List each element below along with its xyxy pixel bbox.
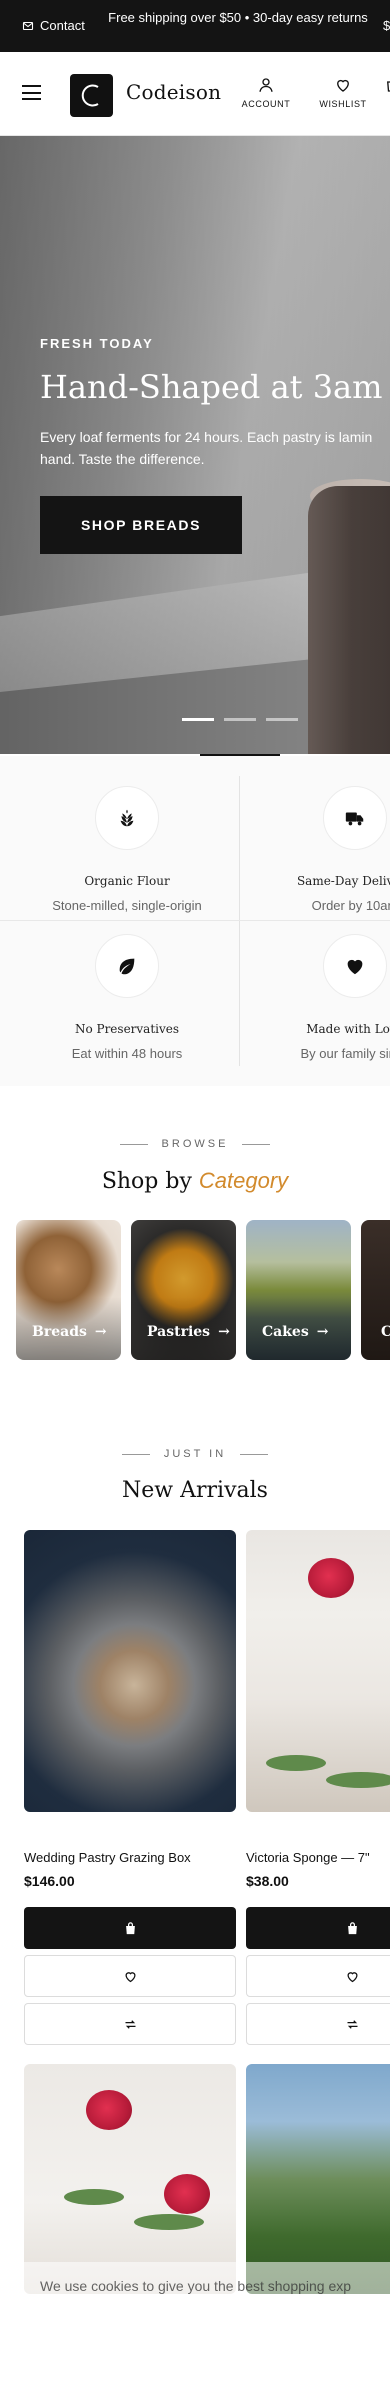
arrow-right-icon: → xyxy=(218,1324,230,1340)
hero-subtitle-line1: Every loaf ferments for 24 hours. Each p… xyxy=(40,429,373,445)
compare-icon xyxy=(125,2019,135,2029)
category-card-partial[interactable]: C xyxy=(361,1220,390,1360)
heart-outline-icon xyxy=(337,79,349,92)
cookie-text: We use cookies to give you the best shop… xyxy=(40,2278,352,2294)
product-image[interactable] xyxy=(24,1530,236,1812)
feature-desc: Eat within 48 hours xyxy=(71,1046,183,1061)
arrow-right-icon: → xyxy=(316,1324,329,1340)
compare-icon xyxy=(347,2019,357,2029)
slide-dot-3[interactable] xyxy=(266,718,298,721)
product-card xyxy=(24,2064,236,2294)
arrivals-title: New Arrivals xyxy=(122,1478,268,1503)
logo-c-icon xyxy=(81,84,99,107)
arrivals-eyebrow: JUST IN xyxy=(0,1448,390,1460)
slide-dot-1[interactable] xyxy=(182,718,214,721)
leaf-icon xyxy=(95,934,159,998)
heart-icon xyxy=(323,934,387,998)
wheat-icon xyxy=(95,786,159,850)
hero-subtitle-line2: hand. Taste the difference. xyxy=(40,451,205,467)
heart-outline-icon xyxy=(346,1971,358,1982)
announcement-bar: Contact Free shipping over $50 • 30-day … xyxy=(0,0,390,52)
hero-eyebrow: FRESH TODAY xyxy=(40,336,154,351)
feature-title: Same-Day Delivery xyxy=(296,874,390,888)
browse-title-accent: Category xyxy=(198,1168,289,1193)
promo-text: Free shipping over $50 • 30-day easy ret… xyxy=(108,10,368,25)
product-image[interactable] xyxy=(24,2064,236,2294)
category-card-breads[interactable]: Breads → xyxy=(16,1220,121,1360)
account-label: ACCOUNT xyxy=(241,99,291,109)
mail-icon xyxy=(22,21,34,30)
add-to-wishlist-button[interactable] xyxy=(246,1955,390,1997)
logo-mark[interactable] xyxy=(70,74,113,117)
bag-button[interactable]: B xyxy=(383,76,390,109)
slide-dot-2[interactable] xyxy=(224,718,256,721)
feature-title: Organic Flour xyxy=(84,874,170,888)
category-label: Cakes → xyxy=(262,1324,329,1340)
feature-desc: Stone-milled, single-origin xyxy=(52,898,202,913)
account-button[interactable]: ACCOUNT xyxy=(240,76,292,109)
category-label: C xyxy=(381,1324,390,1340)
bag-icon xyxy=(387,81,390,92)
feature-desc: Order by 10am xyxy=(311,898,390,913)
add-to-cart-button[interactable] xyxy=(246,1907,390,1949)
cookie-banner: We use cookies to give you the best shop… xyxy=(0,2262,390,2310)
product-name[interactable]: Victoria Sponge — 7" xyxy=(246,1850,390,1865)
divider xyxy=(0,920,390,921)
feature-same-day-delivery: Same-Day Delivery Order by 10am xyxy=(240,786,390,913)
product-name[interactable]: Wedding Pastry Grazing Box xyxy=(24,1850,236,1865)
wishlist-label: WISHLIST xyxy=(319,99,367,109)
feature-no-preservatives: No Preservatives Eat within 48 hours xyxy=(12,934,242,1061)
add-to-wishlist-button[interactable] xyxy=(24,1955,236,1997)
menu-icon[interactable] xyxy=(22,85,41,100)
site-header: Codeison ACCOUNT WISHLIST B xyxy=(0,52,390,136)
arrow-right-icon: → xyxy=(94,1324,107,1340)
contact-label: Contact xyxy=(40,18,85,33)
add-to-cart-button[interactable] xyxy=(24,1907,236,1949)
browse-eyebrow: BROWSE xyxy=(0,1138,390,1150)
features-grid: Organic Flour Stone-milled, single-origi… xyxy=(0,756,390,1086)
brand-name[interactable]: Codeison xyxy=(126,80,221,104)
wishlist-button[interactable]: WISHLIST xyxy=(316,76,370,109)
feature-title: No Preservatives xyxy=(74,1022,180,1036)
hero-slider-dots xyxy=(182,718,298,721)
product-card xyxy=(246,2064,390,2294)
feature-made-with-love: Made with Love By our family since xyxy=(240,934,390,1061)
compare-button[interactable] xyxy=(246,2003,390,2045)
arrivals-eyebrow-text: JUST IN xyxy=(163,1448,227,1460)
browse-title: Shop by Category xyxy=(0,1168,390,1194)
category-card-pastries[interactable]: Pastries → xyxy=(131,1220,236,1360)
hero-title: Hand-Shaped at 3am xyxy=(40,368,383,406)
user-icon xyxy=(259,78,273,92)
product-price: $146.00 xyxy=(24,1873,75,1889)
product-card: Wedding Pastry Grazing Box $146.00 xyxy=(24,1530,236,2045)
browse-eyebrow-text: BROWSE xyxy=(161,1138,229,1150)
bag-icon xyxy=(347,1921,357,1934)
contact-link[interactable]: Contact xyxy=(22,18,85,33)
category-card-cakes[interactable]: Cakes → xyxy=(246,1220,351,1360)
topbar-edge-text: $ xyxy=(383,18,390,33)
shop-breads-button[interactable]: SHOP BREADS xyxy=(40,496,242,554)
category-label: Pastries → xyxy=(147,1324,230,1340)
product-image[interactable] xyxy=(246,2064,390,2294)
browse-title-plain: Shop by xyxy=(101,1169,199,1194)
hero-banner: FRESH TODAY Hand-Shaped at 3am Every loa… xyxy=(0,136,390,754)
product-card: Victoria Sponge — 7" $38.00 xyxy=(246,1530,390,2045)
category-label: Breads → xyxy=(32,1324,107,1340)
compare-button[interactable] xyxy=(24,2003,236,2045)
heart-outline-icon xyxy=(124,1971,136,1982)
category-carousel: Breads → Pastries → Cakes → C xyxy=(16,1220,390,1360)
product-image[interactable] xyxy=(246,1530,390,1812)
feature-title: Made with Love xyxy=(306,1022,390,1036)
feature-organic-flour: Organic Flour Stone-milled, single-origi… xyxy=(12,786,242,913)
bag-icon xyxy=(125,1921,135,1934)
product-price: $38.00 xyxy=(246,1873,289,1889)
page: Contact Free shipping over $50 • 30-day … xyxy=(0,0,390,2400)
feature-desc: By our family since xyxy=(300,1046,390,1061)
truck-icon xyxy=(323,786,387,850)
